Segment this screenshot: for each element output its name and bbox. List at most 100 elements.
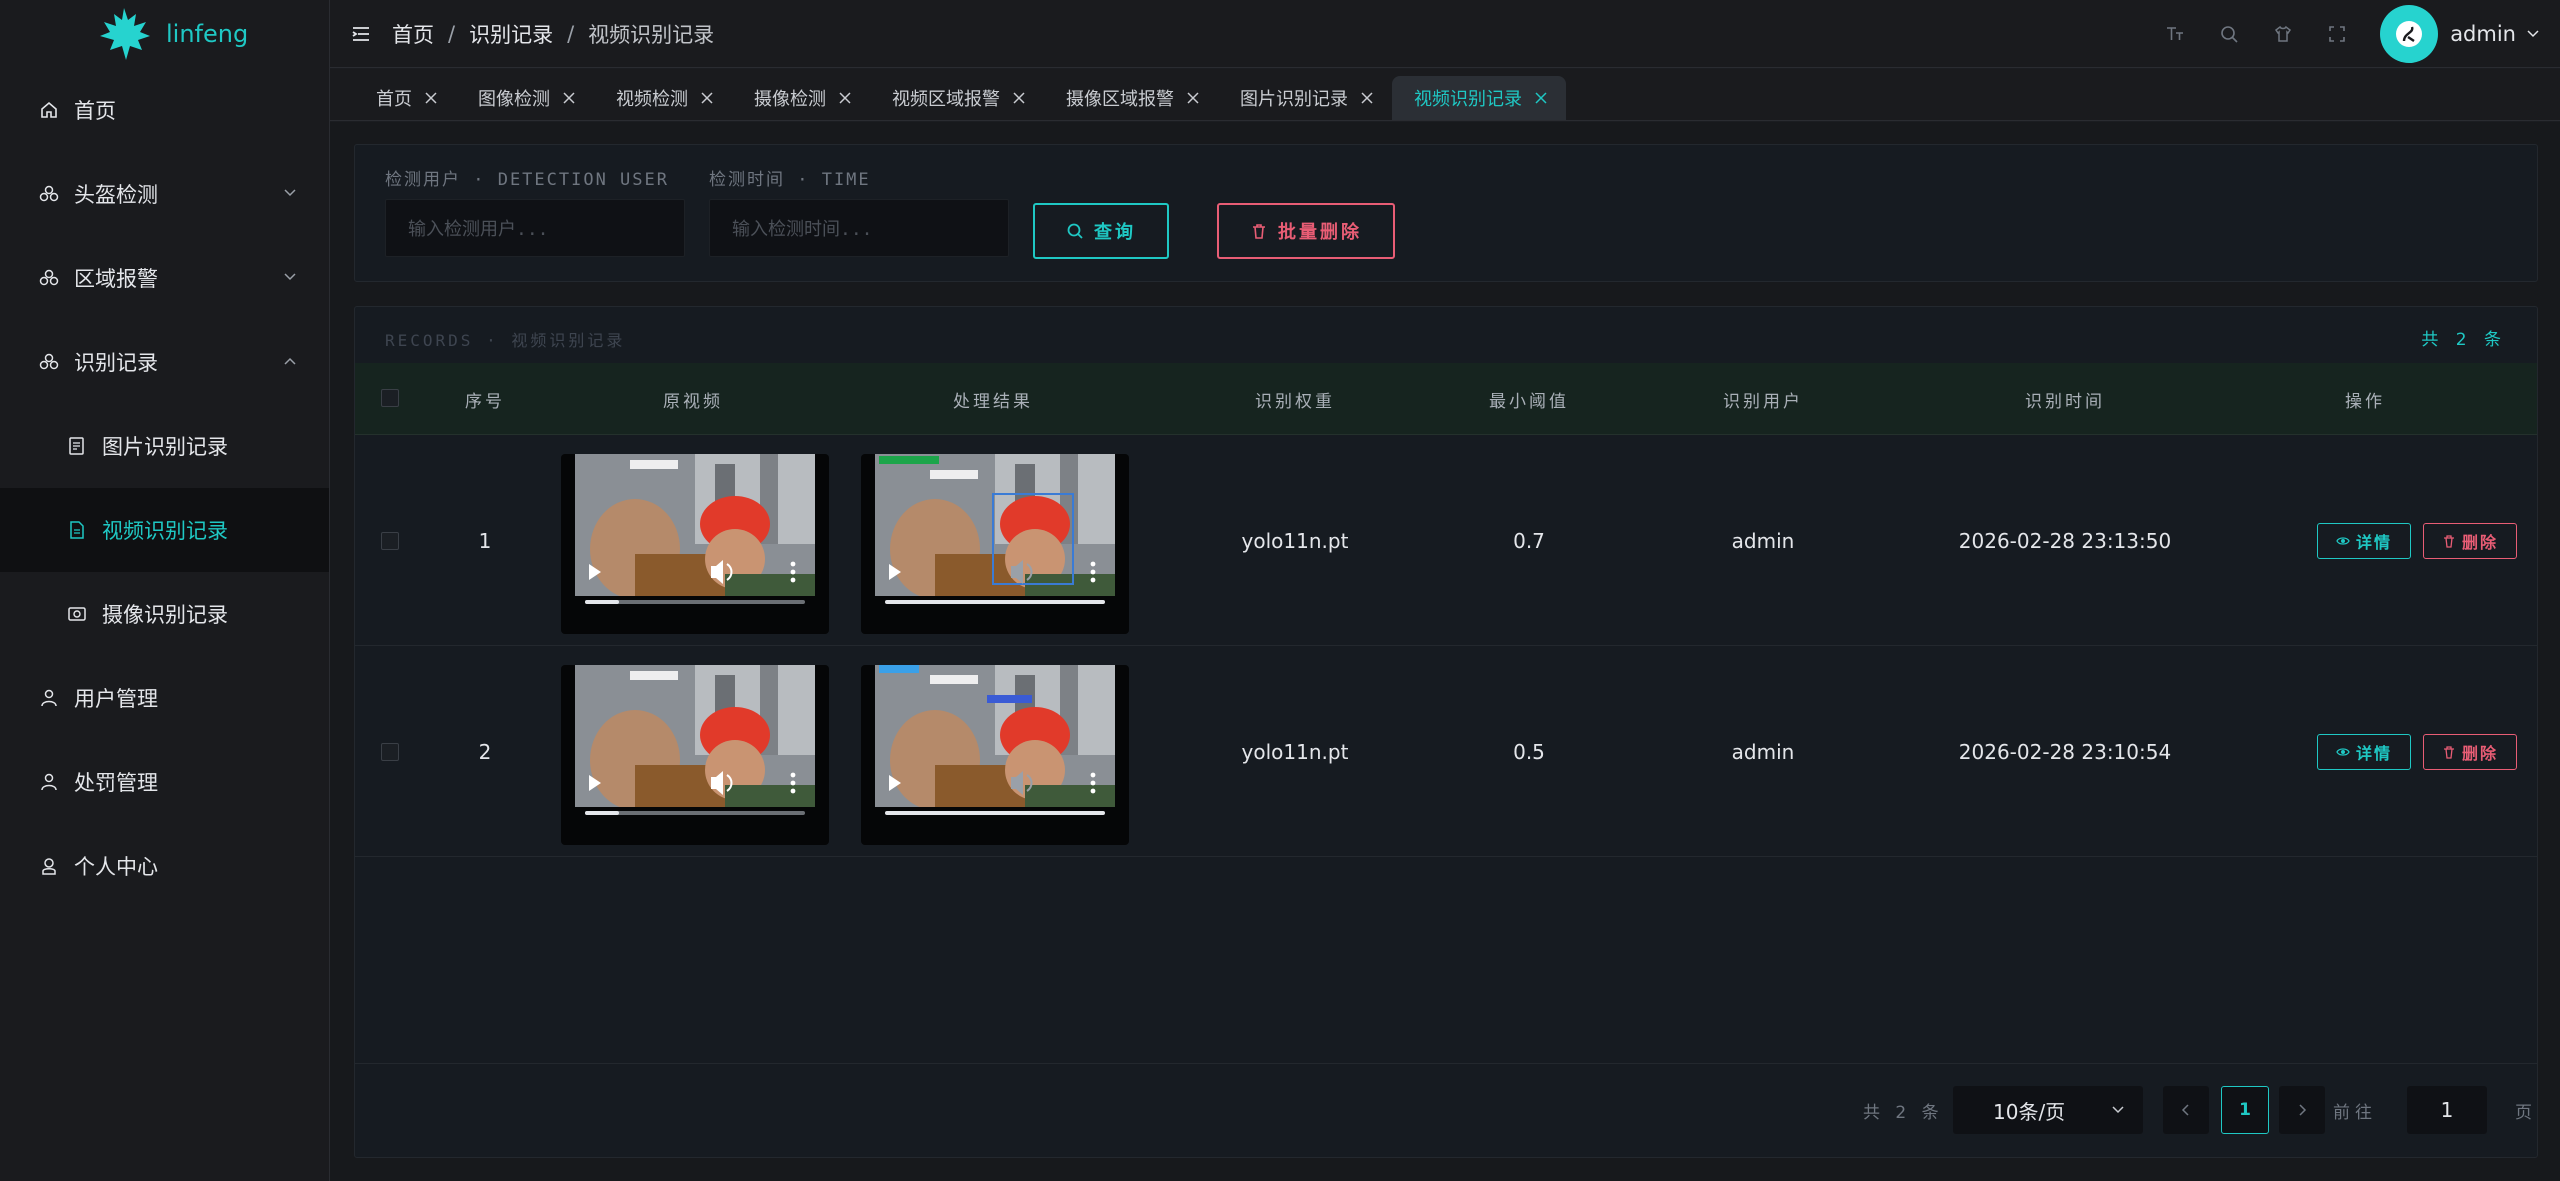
sidebar-item-label: 视频识别记录 bbox=[102, 519, 228, 543]
avatar[interactable] bbox=[2380, 5, 2439, 63]
trash-icon bbox=[1253, 224, 1265, 239]
sidebar-item-label: 头盔检测 bbox=[74, 183, 158, 207]
sidebar-item-video-records[interactable]: 视频识别记录 bbox=[0, 488, 329, 572]
close-icon[interactable] bbox=[1534, 91, 1548, 105]
header-tools: admin bbox=[2164, 0, 2560, 68]
sidebar-item-area-alarm[interactable]: 区域报警 bbox=[0, 236, 329, 320]
row-checkbox[interactable] bbox=[381, 743, 399, 761]
row-weight: yolo11n.pt bbox=[1241, 529, 1349, 553]
detail-button[interactable]: 详情 bbox=[2317, 523, 2411, 559]
sidebar-item-helmet-detection[interactable]: 头盔检测 bbox=[0, 152, 329, 236]
page-size-value: 10条/页 bbox=[1993, 1099, 2066, 1124]
original-video-player[interactable] bbox=[561, 454, 829, 634]
goto-label: 前往 bbox=[2333, 1103, 2377, 1123]
app-name: linfeng bbox=[166, 20, 249, 48]
tab-camera-detection[interactable]: 摄像检测 bbox=[732, 76, 870, 120]
chevron-down-icon bbox=[284, 273, 296, 281]
video-controls[interactable] bbox=[861, 544, 1129, 614]
column-header: 处理结果 bbox=[953, 391, 1033, 412]
prev-page-button[interactable] bbox=[2163, 1086, 2209, 1134]
breadcrumb-home[interactable]: 首页 bbox=[392, 19, 434, 49]
original-video-player[interactable] bbox=[561, 665, 829, 845]
select-all-checkbox[interactable] bbox=[381, 389, 399, 407]
sidebar-item-penalty-management[interactable]: 处罚管理 bbox=[0, 740, 329, 824]
close-icon[interactable] bbox=[700, 91, 714, 105]
maple-leaf-logo-icon bbox=[100, 8, 150, 60]
tab-video-area-alarm[interactable]: 视频区域报警 bbox=[870, 76, 1044, 120]
detection-time-input[interactable]: 输入检测时间... bbox=[709, 199, 1009, 257]
table-header: 序号 原视频 处理结果 识别权重 最小阈值 识别用户 识别时间 操作 bbox=[355, 363, 2537, 435]
sidebar-item-user-management[interactable]: 用户管理 bbox=[0, 656, 329, 740]
close-icon[interactable] bbox=[424, 91, 438, 105]
row-threshold: 0.5 bbox=[1513, 740, 1545, 764]
close-icon[interactable] bbox=[562, 91, 576, 105]
result-video-player[interactable] bbox=[861, 454, 1129, 634]
sidebar-item-image-records[interactable]: 图片识别记录 bbox=[0, 404, 329, 488]
home-icon bbox=[38, 99, 60, 121]
close-icon[interactable] bbox=[1012, 91, 1026, 105]
row-weight: yolo11n.pt bbox=[1241, 740, 1349, 764]
delete-button[interactable]: 删除 bbox=[2423, 523, 2517, 559]
tab-camera-area-alarm[interactable]: 摄像区域报警 bbox=[1044, 76, 1218, 120]
batch-delete-button[interactable]: 批量删除 bbox=[1217, 203, 1395, 259]
column-header: 操作 bbox=[2345, 391, 2385, 412]
tab-video-records[interactable]: 视频识别记录 bbox=[1392, 76, 1566, 120]
chevron-up-icon bbox=[284, 357, 296, 365]
helmet-icon bbox=[38, 183, 60, 205]
close-icon[interactable] bbox=[1360, 91, 1374, 105]
search-icon[interactable] bbox=[2218, 23, 2240, 45]
video-controls[interactable] bbox=[561, 544, 829, 614]
row-index: 2 bbox=[478, 740, 492, 764]
row-time: 2026-02-28 23:13:50 bbox=[1958, 529, 2172, 553]
tab-image-detection[interactable]: 图像检测 bbox=[456, 76, 594, 120]
delete-button-label: 删除 bbox=[2461, 533, 2498, 552]
tab-label: 摄像检测 bbox=[754, 89, 826, 110]
goto-page-input[interactable]: 1 bbox=[2407, 1086, 2487, 1134]
time-filter-label: 检测时间 · TIME bbox=[709, 170, 871, 190]
sidebar-item-home[interactable]: 首页 bbox=[0, 68, 329, 152]
row-checkbox[interactable] bbox=[381, 532, 399, 550]
person-icon bbox=[38, 855, 60, 877]
search-button[interactable]: 查询 bbox=[1033, 203, 1169, 259]
user-name[interactable]: admin bbox=[2450, 22, 2516, 46]
detail-button-label: 详情 bbox=[2355, 533, 2392, 552]
tab-label: 视频检测 bbox=[616, 89, 688, 110]
pagination: 共 2 条 10条/页 1 前往 1 页 bbox=[355, 1063, 2537, 1157]
logo[interactable]: linfeng bbox=[0, 0, 329, 68]
column-header: 原视频 bbox=[663, 391, 723, 412]
result-video-player[interactable] bbox=[861, 665, 1129, 845]
sidebar-item-label: 首页 bbox=[74, 99, 116, 123]
records-count: 共 2 条 bbox=[2421, 330, 2507, 350]
close-icon[interactable] bbox=[1186, 91, 1200, 105]
delete-button[interactable]: 删除 bbox=[2423, 734, 2517, 770]
sidebar-item-personal-center[interactable]: 个人中心 bbox=[0, 824, 329, 908]
search-button-label: 查询 bbox=[1094, 222, 1136, 243]
next-page-button[interactable] bbox=[2279, 1086, 2325, 1134]
tab-image-records[interactable]: 图片识别记录 bbox=[1218, 76, 1392, 120]
video-controls[interactable] bbox=[861, 755, 1129, 825]
fullscreen-icon[interactable] bbox=[2326, 23, 2348, 45]
tab-label: 图片识别记录 bbox=[1240, 89, 1348, 110]
row-user: admin bbox=[1731, 529, 1795, 553]
detection-user-input[interactable]: 输入检测用户... bbox=[385, 199, 685, 257]
row-index: 1 bbox=[478, 529, 492, 553]
chevron-left-icon bbox=[2181, 1104, 2189, 1116]
sidebar-item-label: 图片识别记录 bbox=[102, 435, 228, 459]
font-size-icon[interactable] bbox=[2164, 23, 2186, 45]
video-controls[interactable] bbox=[561, 755, 829, 825]
close-icon[interactable] bbox=[838, 91, 852, 105]
sidebar: linfeng 首页 头盔检测 区域报警 识别记录 图片识别记录 视频识别记录 … bbox=[0, 0, 330, 1181]
sidebar-item-recognition-records[interactable]: 识别记录 bbox=[0, 320, 329, 404]
page-size-select[interactable]: 10条/页 bbox=[1953, 1086, 2143, 1134]
detail-button[interactable]: 详情 bbox=[2317, 734, 2411, 770]
sidebar-item-camera-records[interactable]: 摄像识别记录 bbox=[0, 572, 329, 656]
menu-toggle-icon[interactable] bbox=[350, 23, 372, 45]
helmet-icon bbox=[38, 267, 60, 289]
tab-label: 摄像区域报警 bbox=[1066, 89, 1174, 110]
tab-video-detection[interactable]: 视频检测 bbox=[594, 76, 732, 120]
page-number-current[interactable]: 1 bbox=[2221, 1086, 2269, 1134]
skin-icon[interactable] bbox=[2272, 23, 2294, 45]
tab-home[interactable]: 首页 bbox=[354, 76, 456, 120]
chevron-down-icon[interactable] bbox=[2526, 27, 2540, 41]
breadcrumb-records[interactable]: 识别记录 bbox=[469, 19, 553, 49]
